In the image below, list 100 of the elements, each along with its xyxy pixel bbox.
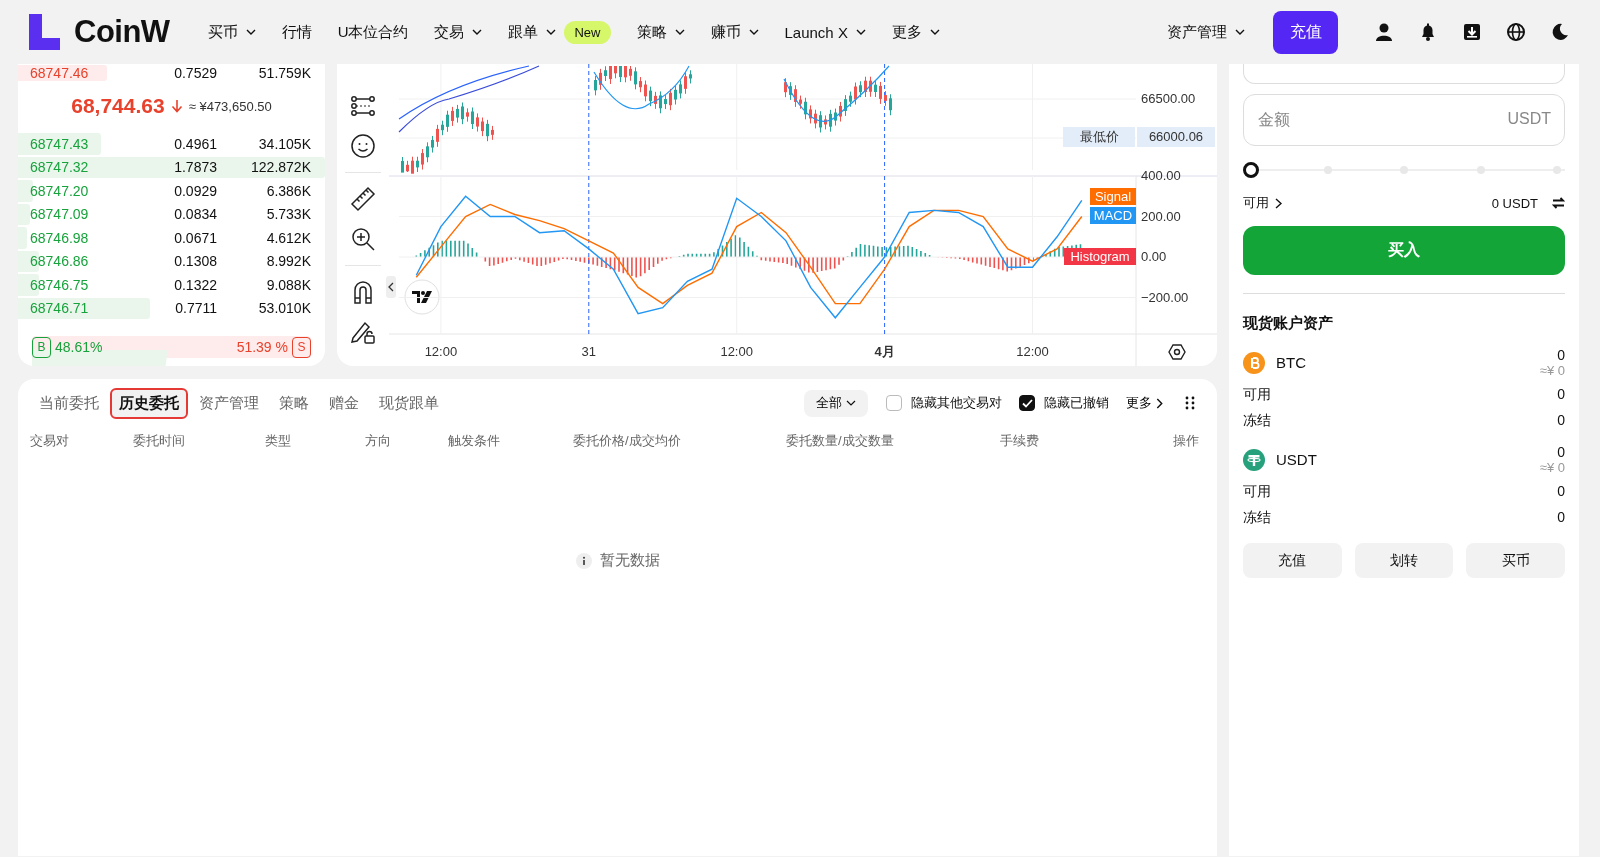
globe-icon[interactable] [1506,22,1526,42]
candle [594,75,597,96]
candle [431,135,434,154]
nav-item[interactable]: Launch X [784,23,866,41]
available-value: 0 USDT [1491,195,1538,211]
sell-ratio: 51.39 % [236,339,288,355]
amount-cell-text: 1.7873 [173,159,217,176]
axis-label: 200.00 [1141,208,1181,224]
checkbox[interactable] [1019,395,1035,411]
candle [609,65,612,85]
tab[interactable]: 资产管理 [190,387,268,419]
candle [884,90,887,107]
action-button[interactable]: 买币 [1466,543,1565,578]
nav-item[interactable]: 跟单 New [508,20,611,44]
candle [794,84,797,108]
candle [844,94,847,117]
candle [864,76,867,98]
fiat-price: ≈ ¥473,650.50 [188,98,272,114]
filter-dropdown[interactable]: 全部 [804,389,868,417]
fiat-value: ≈¥ 0 [1539,363,1565,378]
action-button[interactable]: 充值 [1243,543,1342,578]
column-header: 手续费 [1000,432,1040,450]
candle [784,77,787,98]
chevron-right-icon[interactable] [1275,197,1282,209]
price-cell-text: 68747.32 [29,159,90,176]
input-field[interactable] [1243,64,1565,84]
column-header: 交易对 [30,432,70,450]
coin-name: BTC [1276,354,1306,371]
deposit-button[interactable]: 充值 [1273,10,1338,54]
pencil-lock-icon[interactable] [350,319,376,345]
total-cell-text: 9.088K [265,276,311,293]
candle [476,112,479,132]
download-icon[interactable] [1462,22,1482,42]
total-cell-text: 53.010K [257,300,311,317]
caret-icon [1235,29,1245,35]
collapse-handle[interactable] [386,276,396,298]
candle [436,124,439,148]
candle [799,95,802,110]
nav-item[interactable]: 赚币 [710,22,759,42]
nav-item[interactable]: 策略 [636,22,685,42]
slider-thumb[interactable] [1243,162,1259,178]
user-icon[interactable] [1374,22,1394,42]
tab[interactable]: 当前委托 [30,387,108,419]
candle [664,94,667,110]
nav-item[interactable]: 更多 [891,22,940,42]
candle [689,69,692,84]
chart-logo[interactable] [404,279,440,315]
coin-icon [1243,448,1265,471]
legend-tag: MACD [1090,207,1136,224]
swap-icon[interactable] [1552,197,1565,209]
coin-name: USDT [1276,451,1317,468]
candle [879,81,882,105]
axis-label: 31 [581,344,597,359]
last-price: 68,744.63 [71,94,165,118]
candle [461,102,464,125]
legend-tag: Signal [1090,188,1136,205]
tab[interactable]: 策略 [270,387,318,419]
more-link[interactable]: 更多 [1126,394,1163,412]
line-tool-icon[interactable] [350,93,376,119]
info-icon [575,552,592,569]
candle [614,65,617,79]
candle [639,76,642,93]
total-cell-text: 51.759K [257,65,311,81]
column-header: 委托数量/成交数量 [786,432,895,450]
amount-cell-text: 0.0834 [173,206,217,223]
candle [814,109,817,129]
smiley-icon[interactable] [350,133,376,159]
settings-icon[interactable] [1168,344,1186,360]
candle [604,65,607,82]
nav-item[interactable]: 买币 [207,22,256,42]
price-cell-text: 68746.98 [29,229,90,246]
empty-message: 暂无数据 [599,551,660,570]
grid-dots-icon[interactable] [1185,396,1195,410]
nav-item[interactable]: U本位合约 [337,22,409,42]
tab[interactable]: 赠金 [320,387,368,419]
axis-label: 12:00 [424,344,458,359]
candle [809,104,812,124]
tab[interactable]: 现货跟单 [370,387,448,419]
price-cell-text: 68746.86 [29,253,90,270]
candle [426,141,429,163]
column-header: 触发条件 [448,432,501,450]
candle [406,160,409,173]
total-cell-text: 8.992K [265,253,311,270]
candle [481,117,484,137]
moon-icon[interactable] [1550,22,1570,42]
checkbox[interactable] [886,395,902,411]
zoom-in-icon[interactable] [350,226,376,252]
candle [829,109,832,133]
candle [446,110,449,133]
candle [629,65,632,82]
asset-menu[interactable]: 资产管理 [1167,22,1245,42]
nav-item[interactable]: 交易 [434,22,483,42]
tab[interactable]: 历史委托 [110,387,188,419]
ruler-icon[interactable] [350,186,376,212]
nav-item[interactable]: 行情 [281,22,312,42]
candle [644,80,647,102]
amount-cell-text: 0.0671 [173,229,217,246]
action-button[interactable]: 划转 [1354,543,1454,578]
candle [659,90,662,114]
coin-amount: 0 [1556,444,1565,460]
